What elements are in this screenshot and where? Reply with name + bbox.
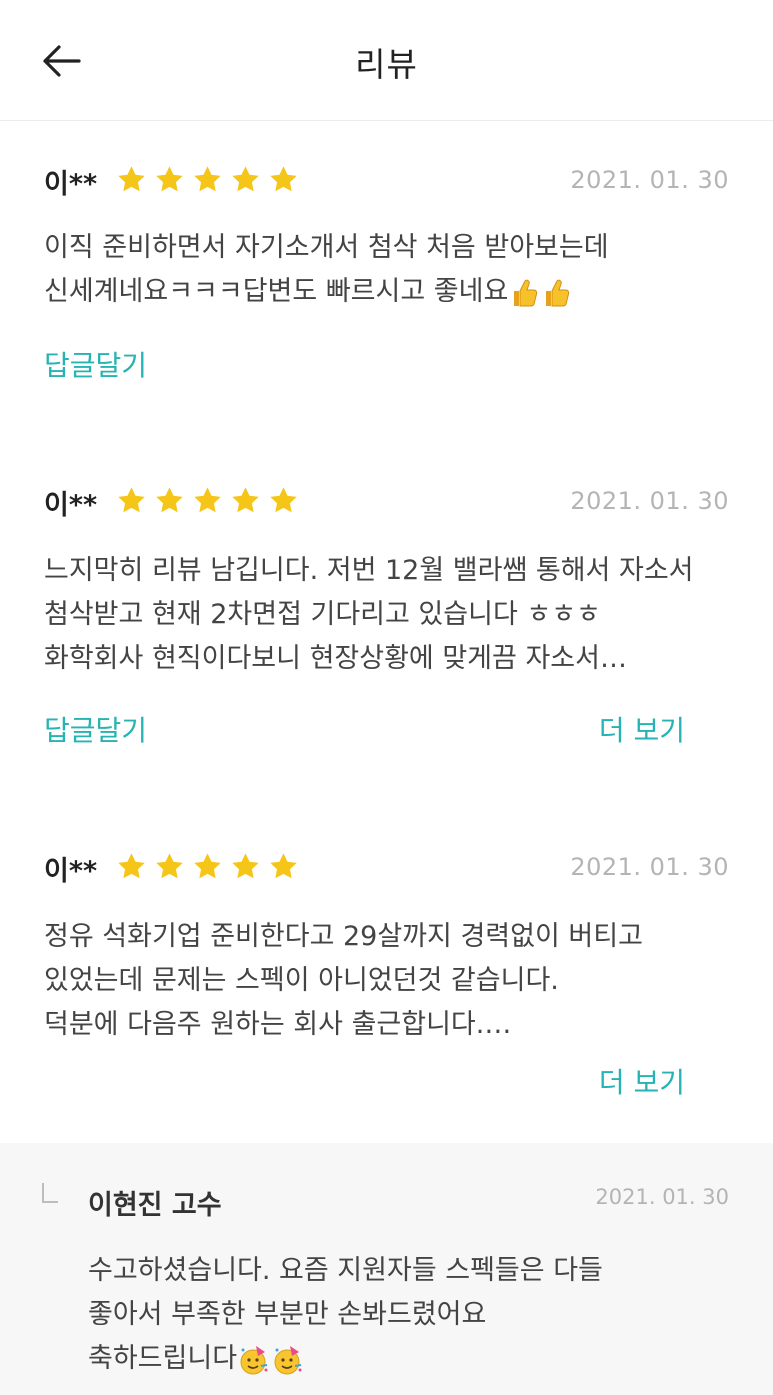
review-body: 정유 석화기업 준비한다고 29살까지 경력없이 버티고 있었는데 문제는 스펙… — [44, 915, 744, 1047]
star-icon — [270, 853, 297, 879]
review-line: 정유 석화기업 준비한다고 29살까지 경력없이 버티고 — [44, 921, 643, 952]
star-icon — [156, 853, 183, 879]
star-icon — [232, 166, 259, 192]
review-author: 이** — [44, 169, 98, 200]
reply-body: 수고하셨습니다. 요즘 지원자들 스펙들은 다들 좋아서 부족한 부분만 손봐드… — [88, 1249, 603, 1381]
expert-reply: 이현진 고수 2021. 01. 30 수고하셨습니다. 요즘 지원자들 스펙들… — [0, 1143, 773, 1395]
review-line: 첨삭받고 현재 2차면접 기다리고 있습니다 ㅎㅎㅎ — [44, 599, 601, 630]
reply-button[interactable]: 답글달기 — [44, 344, 147, 384]
reply-author: 이현진 고수 — [88, 1190, 222, 1221]
more-button[interactable]: 더 보기 — [599, 1061, 685, 1101]
star-icon — [232, 853, 259, 879]
party-face-icon — [274, 1345, 302, 1374]
star-icon — [194, 166, 221, 192]
star-icon — [232, 487, 259, 513]
review-line: 있었는데 문제는 스펙이 아니었던것 같습니다. — [44, 965, 559, 996]
star-icon — [156, 166, 183, 192]
review-body: 느지막히 리뷰 남깁니다. 저번 12월 밸라쌤 통해서 자소서 첨삭받고 현재… — [44, 549, 744, 681]
party-face-icon — [240, 1345, 268, 1374]
reply-date: 2021. 01. 30 — [595, 1185, 729, 1209]
star-icon — [118, 166, 145, 192]
review-line: 느지막히 리뷰 남깁니다. 저번 12월 밸라쌤 통해서 자소서 — [44, 555, 694, 586]
review-author: 이** — [44, 490, 98, 521]
star-rating — [116, 485, 299, 516]
thumbs-up-icon — [546, 279, 570, 306]
star-icon — [156, 487, 183, 513]
review-date: 2021. 01. 30 — [570, 166, 729, 194]
star-icon — [194, 487, 221, 513]
review-line-text: 신세계네요ㅋㅋㅋ답변도 빠르시고 좋네요 — [44, 276, 509, 307]
review-body: 이직 준비하면서 자기소개서 첨삭 처음 받아보는데 신세계네요ㅋㅋㅋ답변도 빠… — [44, 226, 744, 314]
star-icon — [270, 166, 297, 192]
review-date: 2021. 01. 30 — [570, 853, 729, 881]
review-line: 화학회사 현직이다보니 현장상황에 맞게끔 자소서… — [44, 643, 627, 674]
thumbs-up-icon — [514, 279, 538, 306]
review-date: 2021. 01. 30 — [570, 487, 729, 515]
star-icon — [270, 487, 297, 513]
star-rating — [116, 851, 299, 882]
star-icon — [194, 853, 221, 879]
reply-indent-icon — [42, 1183, 58, 1203]
star-icon — [118, 487, 145, 513]
star-rating — [116, 164, 299, 195]
review-author: 이** — [44, 856, 98, 887]
header: 리뷰 — [0, 0, 773, 121]
reply-line: 좋아서 부족한 부분만 손봐드렸어요 — [88, 1299, 487, 1330]
reply-button[interactable]: 답글달기 — [44, 709, 147, 749]
review-line: 신세계네요ㅋㅋㅋ답변도 빠르시고 좋네요 — [44, 270, 744, 314]
reply-line: 축하드립니다 — [88, 1337, 603, 1381]
review-line: 덕분에 다음주 원하는 회사 출근합니다.… — [44, 1009, 512, 1040]
review-line: 이직 준비하면서 자기소개서 첨삭 처음 받아보는데 — [44, 232, 609, 263]
reply-line-text: 축하드립니다 — [88, 1343, 238, 1374]
reply-line: 수고하셨습니다. 요즘 지원자들 스펙들은 다들 — [88, 1255, 603, 1286]
more-button[interactable]: 더 보기 — [599, 709, 685, 749]
star-icon — [118, 853, 145, 879]
page-title: 리뷰 — [355, 45, 418, 84]
